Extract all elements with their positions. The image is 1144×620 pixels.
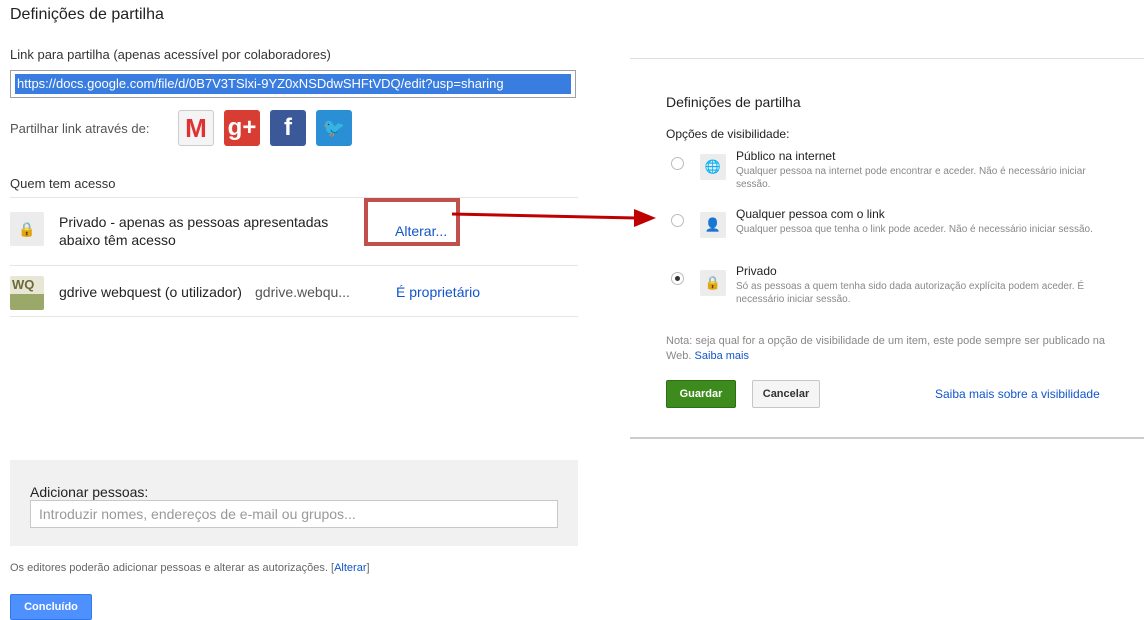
option-link-title: Qualquer pessoa com o link xyxy=(736,207,885,221)
radio-anyone-with-link[interactable] xyxy=(671,214,684,227)
globe-icon: 🌐 xyxy=(700,154,726,180)
sharing-dialog-title: Definições de partilha xyxy=(666,94,801,110)
arrow-head xyxy=(634,209,656,227)
visibility-options-label: Opções de visibilidade: xyxy=(666,127,790,141)
dialog-bottom-border xyxy=(630,437,1144,439)
person-link-icon: 👤 xyxy=(700,212,726,238)
lock-icon: 🔒 xyxy=(700,270,726,296)
dialog-top-border xyxy=(630,58,1144,59)
visibility-note: Nota: seja qual for a opção de visibilid… xyxy=(666,334,1106,364)
option-public-title: Público na internet xyxy=(736,149,836,163)
option-public-desc: Qualquer pessoa na internet pode encontr… xyxy=(736,166,1086,190)
cancel-button[interactable]: Cancelar xyxy=(752,380,820,408)
option-private-desc: Só as pessoas a quem tenha sido dada aut… xyxy=(736,281,1085,305)
learn-more-link[interactable]: Saiba mais xyxy=(695,350,749,362)
save-button[interactable]: Guardar xyxy=(666,380,736,408)
radio-private[interactable] xyxy=(671,272,684,285)
arrow-annotation xyxy=(451,209,656,227)
arrow-line xyxy=(451,212,639,220)
learn-more-visibility-link[interactable]: Saiba mais sobre a visibilidade xyxy=(935,387,1100,401)
option-private-title: Privado xyxy=(736,264,777,278)
option-link-desc: Qualquer pessoa que tenha o link pode ac… xyxy=(736,224,1093,235)
radio-public[interactable] xyxy=(671,157,684,170)
